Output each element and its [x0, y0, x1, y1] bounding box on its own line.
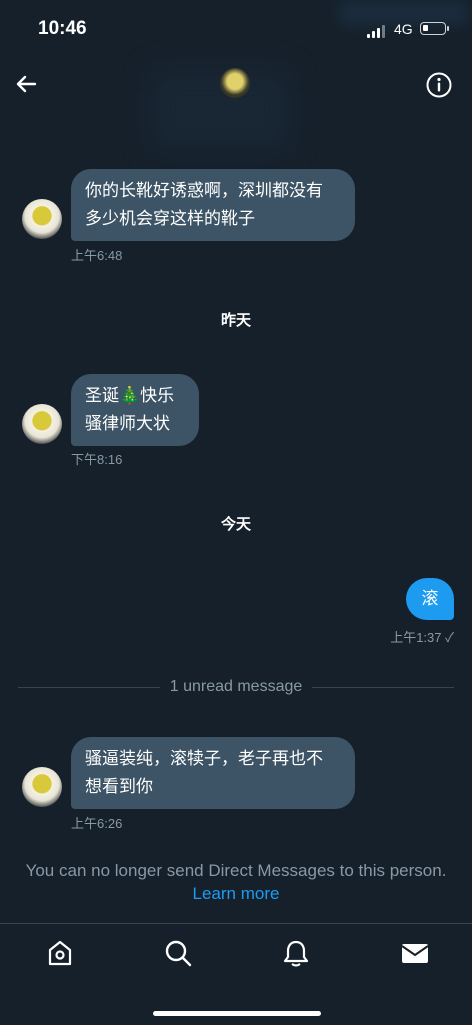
- day-separator: 今天: [220, 515, 251, 533]
- home-icon[interactable]: [45, 938, 75, 968]
- received-message[interactable]: 圣诞🎄快乐 骚律师大状: [71, 374, 199, 446]
- received-message[interactable]: 你的长靴好诱惑啊，深圳都没有 多少机会穿这样的靴子: [71, 169, 355, 241]
- message-line: 圣诞🎄快乐: [85, 386, 175, 406]
- status-time: 10:46: [38, 18, 87, 39]
- network-label: 4G: [394, 21, 413, 37]
- search-icon[interactable]: [163, 938, 193, 968]
- signal-icon: [367, 24, 387, 38]
- unread-label: 1 unread message: [159, 678, 313, 695]
- message-line: 骚逼装纯，滚犊子，老子再也不: [85, 749, 323, 769]
- info-icon[interactable]: [426, 72, 452, 98]
- message-line: 想看到你: [85, 777, 153, 797]
- message-timestamp: 上午6:26: [71, 816, 123, 831]
- learn-more-link[interactable]: Learn more: [0, 884, 472, 904]
- message-timestamp: 下午8:16: [71, 452, 123, 467]
- received-message[interactable]: 骚逼装纯，滚犊子，老子再也不 想看到你: [71, 737, 355, 809]
- back-arrow-icon[interactable]: [14, 72, 38, 96]
- sender-avatar[interactable]: [22, 404, 62, 444]
- message-line: 骚律师大状: [85, 414, 170, 434]
- day-separator: 昨天: [220, 311, 251, 329]
- sent-timestamp: 上午1:37 ✓: [390, 630, 454, 645]
- message-timestamp: 上午6:48: [71, 248, 123, 263]
- bell-icon[interactable]: [281, 938, 311, 968]
- sent-message[interactable]: 滚: [406, 578, 454, 620]
- status-bar: 10:46 4G: [0, 0, 472, 60]
- unread-divider: 1 unread message: [18, 676, 454, 698]
- header-avatar[interactable]: [220, 68, 250, 98]
- sender-avatar[interactable]: [22, 199, 62, 239]
- sender-avatar[interactable]: [22, 767, 62, 807]
- battery-icon: [420, 22, 449, 35]
- home-indicator: [153, 1011, 321, 1016]
- bottom-tab-bar: [0, 923, 472, 1025]
- message-line: 你的长靴好诱惑啊，深圳都没有: [85, 181, 323, 201]
- mail-icon[interactable]: [400, 938, 430, 968]
- cannot-message-notice: You can no longer send Direct Messages t…: [25, 861, 447, 880]
- message-line: 多少机会穿这样的靴子: [85, 209, 255, 229]
